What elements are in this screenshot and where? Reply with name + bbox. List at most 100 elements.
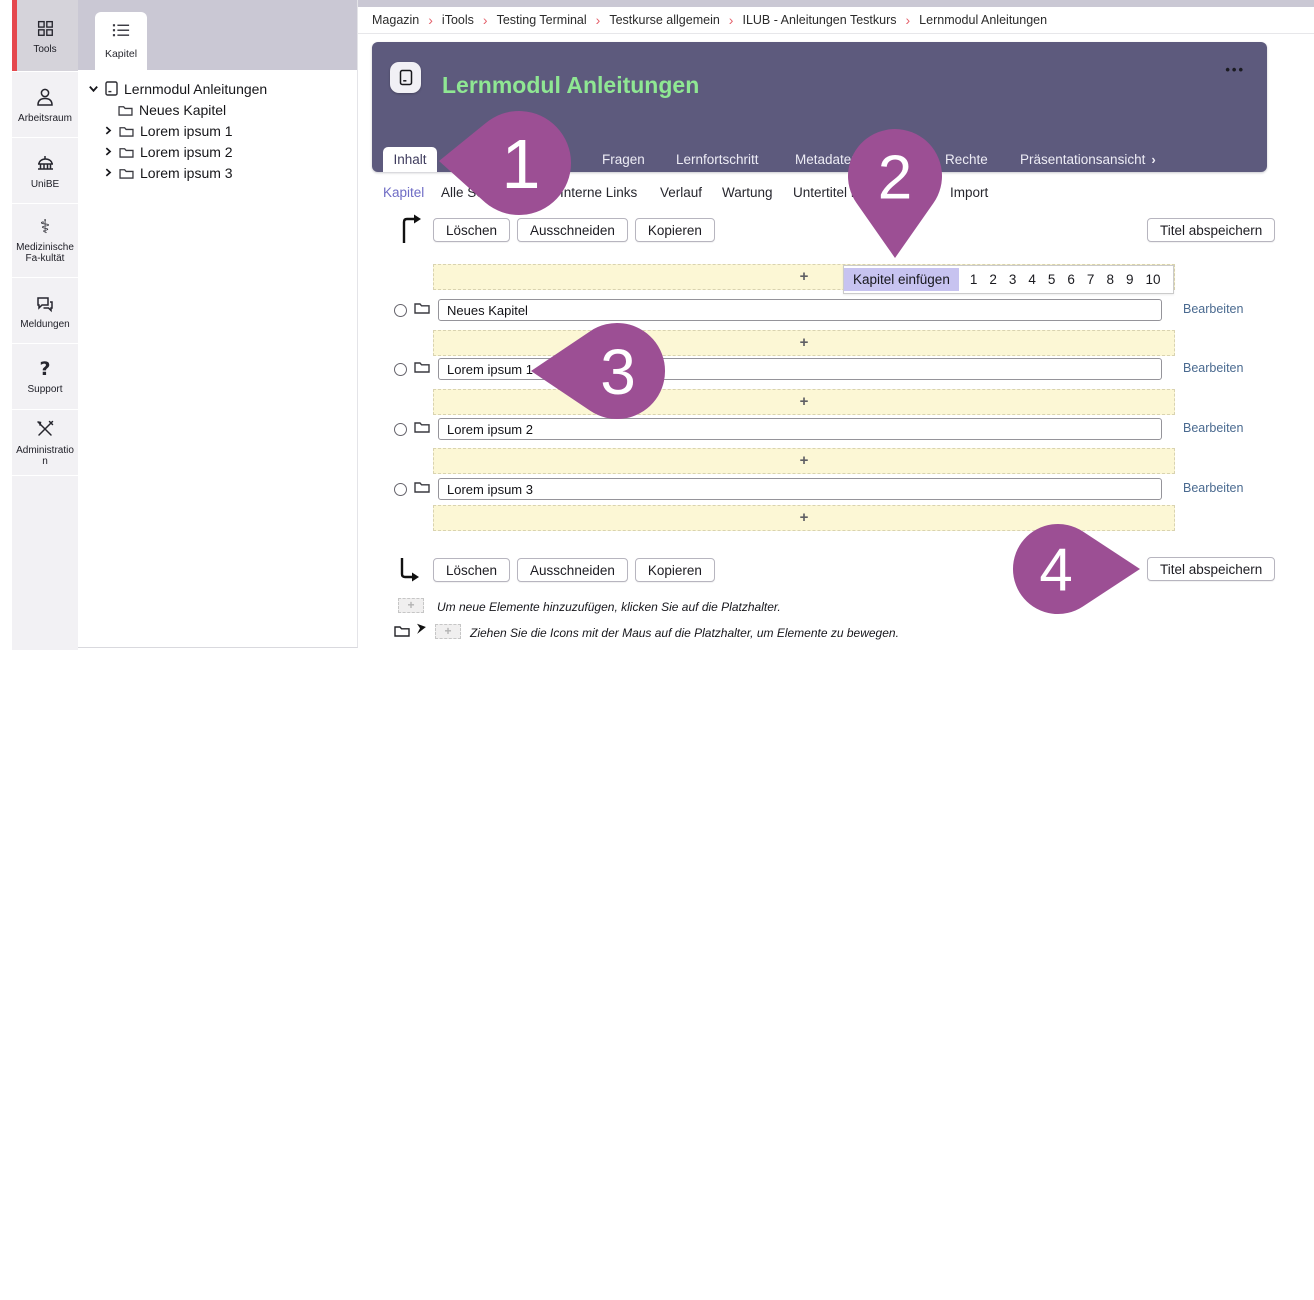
subtab-titel-fragment[interactable]: itel	[520, 184, 537, 202]
list-icon	[112, 23, 130, 43]
edit-link[interactable]: Bearbeiten	[1183, 302, 1243, 316]
university-building-icon	[34, 152, 56, 174]
slate-panel: Kapitel Lernmodul Anleitungen Neues Kapi…	[78, 0, 358, 648]
insert-position-number[interactable]: 6	[1067, 272, 1075, 287]
tree-item-label[interactable]: Neues Kapitel	[139, 102, 226, 118]
sidebar-item-label: Administration	[14, 445, 76, 467]
tree-item-label[interactable]: Lorem ipsum 3	[140, 165, 233, 181]
tree-item[interactable]: Neues Kapitel	[78, 99, 357, 120]
breadcrumb-current[interactable]: Lernmodul Anleitungen	[919, 13, 1047, 27]
delete-button[interactable]: Löschen	[433, 558, 510, 582]
save-titles-button-top[interactable]: Titel abspeichern	[1147, 218, 1275, 242]
tab-settings-fragment[interactable]: gen	[548, 147, 571, 172]
chapter-title-input[interactable]	[438, 478, 1162, 500]
breadcrumb-link[interactable]: Testkurse allgemein	[609, 13, 719, 27]
sidebar-item-administration[interactable]: Administration	[12, 410, 78, 476]
edit-link[interactable]: Bearbeiten	[1183, 421, 1243, 435]
insert-placeholder[interactable]: +	[433, 505, 1175, 531]
top-toolbar: Löschen Ausschneiden Kopieren	[433, 218, 715, 242]
crossed-tools-icon	[34, 418, 56, 440]
subtab-import[interactable]: Import	[950, 184, 988, 202]
chapter-title-input[interactable]	[438, 358, 1162, 380]
insert-position-number[interactable]: 3	[1009, 272, 1017, 287]
insert-position-number[interactable]: 10	[1145, 272, 1160, 287]
insert-position-number[interactable]: 2	[989, 272, 997, 287]
save-titles-button-bottom[interactable]: Titel abspeichern	[1147, 557, 1275, 581]
kapitel-einfuegen-popup: Kapitel einfügen 123456789 10	[843, 265, 1174, 294]
insert-position-number[interactable]: 1	[970, 272, 978, 287]
cut-button[interactable]: Ausschneiden	[517, 218, 628, 242]
actions-menu-icon[interactable]: •••	[1225, 62, 1245, 77]
learning-module-tile-icon	[390, 62, 421, 93]
insert-position-number[interactable]: 5	[1048, 272, 1056, 287]
edit-link[interactable]: Bearbeiten	[1183, 361, 1243, 375]
chevron-right-icon[interactable]	[103, 125, 113, 136]
sidebar-item-arbeitsraum[interactable]: Arbeitsraum	[12, 72, 78, 138]
insert-placeholder[interactable]: +	[433, 448, 1175, 474]
subtab-wartung[interactable]: Wartung	[722, 184, 773, 202]
placeholder-mini-icon: +	[398, 598, 424, 613]
tree-root-label[interactable]: Lernmodul Anleitungen	[124, 81, 267, 97]
folder-icon[interactable]	[414, 301, 430, 319]
sidebar-item-tools[interactable]: Tools	[12, 0, 78, 72]
tree-item[interactable]: Lorem ipsum 3	[78, 162, 357, 183]
breadcrumb-link[interactable]: ILUB - Anleitungen Testkurs	[742, 13, 896, 27]
tab-lernfortschritt[interactable]: Lernfortschritt	[676, 147, 759, 172]
tree-item[interactable]: Lorem ipsum 2	[78, 141, 357, 162]
tree-item-label[interactable]: Lorem ipsum 1	[140, 123, 233, 139]
move-arrow-icon	[415, 622, 428, 640]
insert-placeholder[interactable]: +	[433, 389, 1175, 415]
tree-item-label[interactable]: Lorem ipsum 2	[140, 144, 233, 160]
chevron-down-icon[interactable]	[88, 83, 99, 94]
breadcrumb-link[interactable]: iTools	[442, 13, 474, 27]
breadcrumb-link[interactable]: Magazin	[372, 13, 419, 27]
copy-button[interactable]: Kopieren	[635, 218, 715, 242]
breadcrumb-link[interactable]: Testing Terminal	[497, 13, 587, 27]
tree-item[interactable]: Lorem ipsum 1	[78, 120, 357, 141]
edit-link[interactable]: Bearbeiten	[1183, 481, 1243, 495]
insert-position-number[interactable]: 7	[1087, 272, 1095, 287]
cut-button[interactable]: Ausschneiden	[517, 558, 628, 582]
chevron-right-icon[interactable]	[103, 146, 113, 157]
chat-bubbles-icon	[34, 292, 56, 314]
insert-placeholder[interactable]: +	[433, 330, 1175, 356]
tab-kapitel-tree[interactable]: Kapitel	[95, 12, 147, 70]
tab-praesentationsansicht[interactable]: Präsentationsansicht ›	[1020, 147, 1156, 172]
chevron-right-icon[interactable]	[103, 167, 113, 178]
tab-metadaten[interactable]: Metadaten	[795, 147, 859, 172]
subtab-verlauf[interactable]: Verlauf	[660, 184, 702, 202]
move-down-arrow-icon	[396, 556, 422, 591]
sidebar-item-unibe[interactable]: UniBE	[12, 138, 78, 204]
sidebar-item-label: Meldungen	[20, 319, 69, 330]
sidebar-item-label: Support	[27, 384, 62, 395]
folder-icon[interactable]	[414, 420, 430, 438]
delete-button[interactable]: Löschen	[433, 218, 510, 242]
chapter-checkbox[interactable]	[394, 304, 407, 317]
kapitel-einfuegen-label[interactable]: Kapitel einfügen	[844, 268, 959, 291]
subtab-interne-links[interactable]: Interne Links	[560, 184, 637, 202]
tab-inhalt[interactable]: Inhalt	[383, 147, 437, 172]
insert-position-number[interactable]: 4	[1028, 272, 1036, 287]
tab-fragen[interactable]: Fragen	[602, 147, 645, 172]
chapter-checkbox[interactable]	[394, 423, 407, 436]
subtab-alle-seiten-fragment[interactable]: Alle Seite	[441, 184, 498, 202]
tab-rechte[interactable]: Rechte	[945, 147, 988, 172]
sidebar-item-support[interactable]: ? Support	[12, 344, 78, 410]
subtab-kapitel[interactable]: Kapitel	[383, 184, 424, 202]
chapter-checkbox[interactable]	[394, 483, 407, 496]
tree-root-row[interactable]: Lernmodul Anleitungen	[78, 78, 357, 99]
help-text-add: Um neue Elemente hinzuzufügen, klicken S…	[437, 600, 781, 614]
sidebar-item-label: UniBE	[31, 179, 59, 190]
sidebar-item-medizinische-fakultaet[interactable]: ⚕ Medizinische Fa-kultät	[12, 204, 78, 278]
insert-position-number[interactable]: 9	[1126, 272, 1134, 287]
chapter-checkbox[interactable]	[394, 363, 407, 376]
folder-icon[interactable]	[414, 480, 430, 498]
sidebar-item-meldungen[interactable]: Meldungen	[12, 278, 78, 344]
copy-button[interactable]: Kopieren	[635, 558, 715, 582]
subtab-untertitel-fragment[interactable]: Untertitel Me	[793, 184, 870, 202]
folder-icon[interactable]	[414, 360, 430, 378]
insert-position-number[interactable]: 8	[1106, 272, 1114, 287]
person-icon	[34, 86, 56, 108]
chapter-title-input[interactable]	[438, 418, 1162, 440]
chapter-title-input[interactable]	[438, 299, 1162, 321]
